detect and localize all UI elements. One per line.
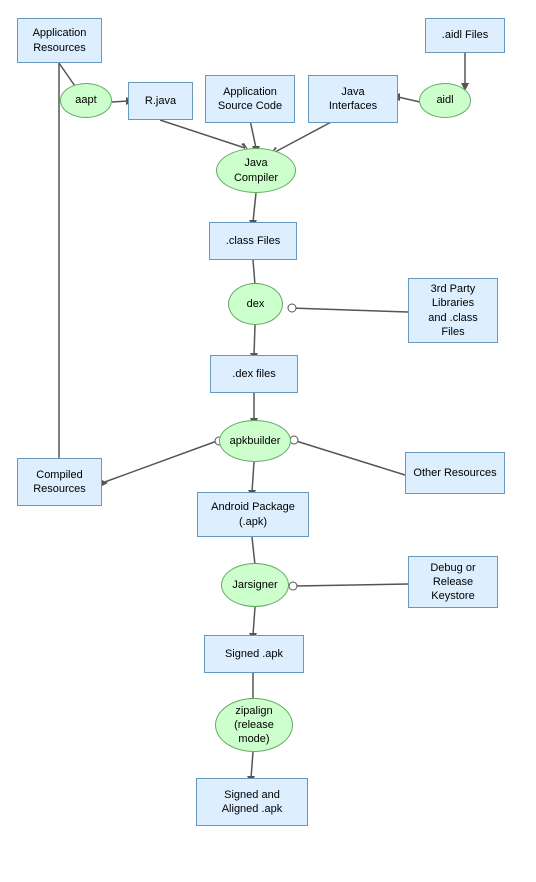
app-source-code-node: ApplicationSource Code [205,75,295,123]
compiled-resources-node: CompiledResources [17,458,102,506]
java-interfaces-node: JavaInterfaces [308,75,398,123]
dex-node: dex [228,283,283,325]
jarsigner-node: Jarsigner [221,563,289,607]
aapt-node: aapt [60,83,112,118]
android-package-node: Android Package(.apk) [197,492,309,537]
zipalign-node: zipalign(releasemode) [215,698,293,752]
app-resources-node: Application Resources [17,18,102,63]
apkbuilder-node: apkbuilder [219,420,291,462]
diagram: Application Resources .aidl Files aapt R… [0,0,536,882]
signed-apk-node: Signed .apk [204,635,304,673]
debug-release-node: Debug orReleaseKeystore [408,556,498,608]
class-files-node: .class Files [209,222,297,260]
third-party-node: 3rd PartyLibrariesand .classFiles [408,278,498,343]
java-compiler-node: JavaCompiler [216,148,296,193]
dex-files-node: .dex files [210,355,298,393]
other-resources-node: Other Resources [405,452,505,494]
aidl-files-node: .aidl Files [425,18,505,53]
aidl-node: aidl [419,83,471,118]
signed-aligned-node: Signed andAligned .apk [196,778,308,826]
rjava-node: R.java [128,82,193,120]
